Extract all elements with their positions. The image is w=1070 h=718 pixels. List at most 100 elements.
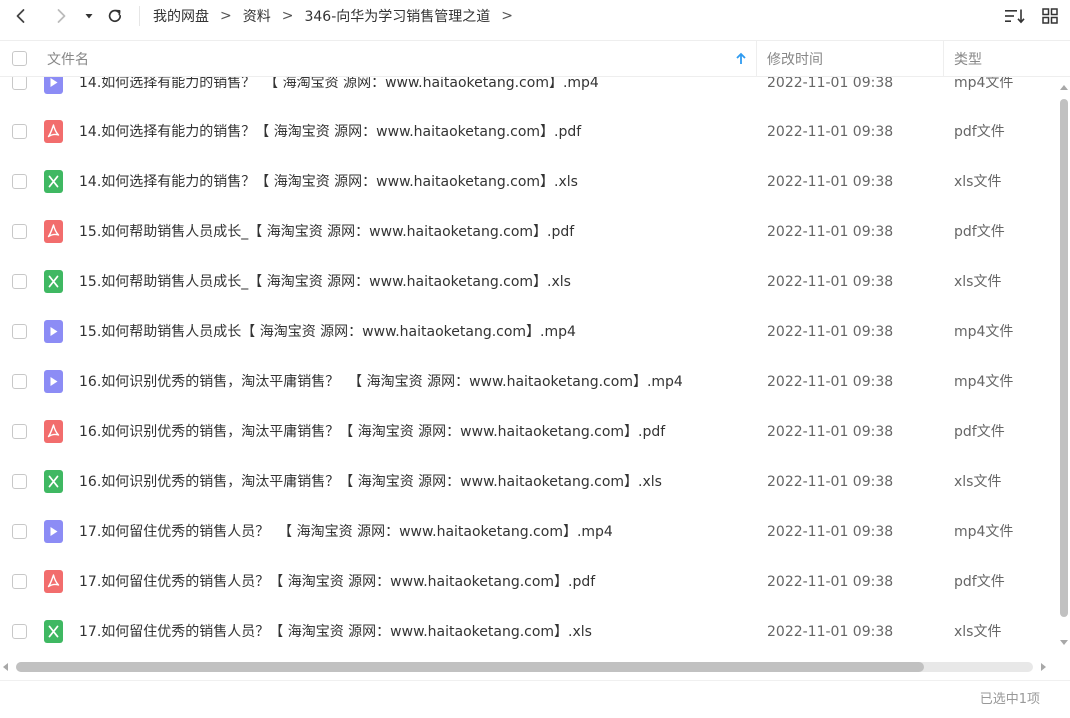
pdf-file-icon <box>44 570 63 593</box>
row-checkbox[interactable] <box>12 424 27 439</box>
caret-down-icon <box>85 14 93 19</box>
row-checkbox[interactable] <box>12 574 27 589</box>
column-header-name[interactable]: 文件名 <box>47 41 89 77</box>
file-name[interactable]: 15.如何帮助销售人员成长【 海淘宝资 源网：www.haitaoketang.… <box>79 307 576 357</box>
file-name[interactable]: 14.如何选择有能力的销售？【 海淘宝资 源网：www.haitaoketang… <box>79 107 581 157</box>
horizontal-scrollbar[interactable] <box>0 658 1058 676</box>
file-modified-time: 2022-11-01 09:38 <box>767 424 894 440</box>
table-row[interactable]: 17.如何留住优秀的销售人员？ 【 海淘宝资 源网：www.haitaoketa… <box>0 507 1058 557</box>
scroll-up-arrow-icon[interactable] <box>1060 85 1068 90</box>
select-all-checkbox[interactable] <box>12 51 27 66</box>
breadcrumb-item-my-drive[interactable]: 我的网盘 <box>153 6 209 26</box>
toolbar: 我的网盘 > 资料 > 346-向华为学习销售管理之道 > <box>0 0 1070 32</box>
file-modified-time: 2022-11-01 09:38 <box>767 624 894 640</box>
back-button[interactable] <box>10 4 32 28</box>
scroll-right-arrow-icon[interactable] <box>1041 663 1046 671</box>
file-name[interactable]: 14.如何选择有能力的销售？ 【 海淘宝资 源网：www.haitaoketan… <box>79 77 599 108</box>
history-dropdown-button[interactable] <box>82 4 96 28</box>
refresh-button[interactable] <box>104 4 126 28</box>
vertical-scrollbar-thumb[interactable] <box>1060 99 1068 617</box>
vertical-scrollbar[interactable] <box>1058 77 1070 658</box>
column-divider[interactable] <box>943 41 944 77</box>
column-header-modified[interactable]: 修改时间 <box>767 41 823 77</box>
chevron-right-icon <box>57 9 66 23</box>
refresh-icon <box>108 9 122 22</box>
pdf-file-icon <box>44 420 63 443</box>
file-modified-time: 2022-11-01 09:38 <box>767 324 894 340</box>
grid-view-button[interactable] <box>1039 4 1061 28</box>
sort-icon <box>1005 9 1025 24</box>
file-type: pdf文件 <box>954 124 1005 140</box>
horizontal-scrollbar-thumb[interactable] <box>16 662 924 672</box>
file-type: mp4文件 <box>954 374 1014 390</box>
file-name[interactable]: 16.如何识别优秀的销售，淘汰平庸销售？ 【 海淘宝资 源网：www.haita… <box>79 357 683 407</box>
table-row[interactable]: 15.如何帮助销售人员成长_【 海淘宝资 源网：www.haitaoketang… <box>0 257 1058 307</box>
file-modified-time: 2022-11-01 09:38 <box>767 77 894 91</box>
file-type: xls文件 <box>954 274 1002 290</box>
status-bar: 已选中1项 <box>0 680 1070 718</box>
pdf-file-icon <box>44 120 63 143</box>
forward-button[interactable] <box>50 4 72 28</box>
toolbar-divider <box>139 6 140 26</box>
excel-file-icon <box>44 270 63 293</box>
sort-ascending-arrow-icon[interactable] <box>735 41 747 77</box>
file-modified-time: 2022-11-01 09:38 <box>767 124 894 140</box>
file-name[interactable]: 16.如何识别优秀的销售，淘汰平庸销售？【 海淘宝资 源网：www.haitao… <box>79 407 665 457</box>
video-file-icon <box>44 77 63 94</box>
grid-view-icon <box>1042 8 1058 24</box>
selection-count: 已选中1项 <box>979 692 1040 707</box>
file-name[interactable]: 16.如何识别优秀的销售，淘汰平庸销售？【 海淘宝资 源网：www.haitao… <box>79 457 662 507</box>
row-checkbox[interactable] <box>12 124 27 139</box>
row-checkbox[interactable] <box>12 274 27 289</box>
row-checkbox[interactable] <box>12 224 27 239</box>
file-name[interactable]: 17.如何留住优秀的销售人员？【 海淘宝资 源网：www.haitaoketan… <box>79 607 592 657</box>
pdf-file-icon <box>44 220 63 243</box>
table-row[interactable]: 15.如何帮助销售人员成长_【 海淘宝资 源网：www.haitaoketang… <box>0 207 1058 257</box>
scroll-down-arrow-icon[interactable] <box>1060 640 1068 645</box>
scroll-left-arrow-icon[interactable] <box>3 663 8 671</box>
horizontal-scrollbar-track[interactable] <box>16 662 1033 672</box>
video-file-icon <box>44 320 63 343</box>
excel-file-icon <box>44 620 63 643</box>
row-checkbox[interactable] <box>12 374 27 389</box>
file-name[interactable]: 17.如何留住优秀的销售人员？【 海淘宝资 源网：www.haitaoketan… <box>79 557 595 607</box>
file-modified-time: 2022-11-01 09:38 <box>767 274 894 290</box>
file-type: pdf文件 <box>954 224 1005 240</box>
file-modified-time: 2022-11-01 09:38 <box>767 374 894 390</box>
table-row[interactable]: 17.如何留住优秀的销售人员？【 海淘宝资 源网：www.haitaoketan… <box>0 607 1058 657</box>
table-row[interactable]: 14.如何选择有能力的销售？【 海淘宝资 源网：www.haitaoketang… <box>0 157 1058 207</box>
sort-button[interactable] <box>1003 4 1027 28</box>
table-row[interactable]: 15.如何帮助销售人员成长【 海淘宝资 源网：www.haitaoketang.… <box>0 307 1058 357</box>
row-checkbox[interactable] <box>12 474 27 489</box>
breadcrumb-separator: > <box>281 8 294 24</box>
file-modified-time: 2022-11-01 09:38 <box>767 224 894 240</box>
video-file-icon <box>44 370 63 393</box>
table-row[interactable]: 16.如何识别优秀的销售，淘汰平庸销售？【 海淘宝资 源网：www.haitao… <box>0 457 1058 507</box>
file-modified-time: 2022-11-01 09:38 <box>767 174 894 190</box>
file-type: mp4文件 <box>954 324 1014 340</box>
file-type: pdf文件 <box>954 424 1005 440</box>
excel-file-icon <box>44 170 63 193</box>
file-modified-time: 2022-11-01 09:38 <box>767 524 894 540</box>
table-row[interactable]: 17.如何留住优秀的销售人员？【 海淘宝资 源网：www.haitaoketan… <box>0 557 1058 607</box>
file-name[interactable]: 15.如何帮助销售人员成长_【 海淘宝资 源网：www.haitaoketang… <box>79 207 574 257</box>
table-row[interactable]: 16.如何识别优秀的销售，淘汰平庸销售？ 【 海淘宝资 源网：www.haita… <box>0 357 1058 407</box>
row-checkbox[interactable] <box>12 624 27 639</box>
breadcrumb-item-materials[interactable]: 资料 <box>243 6 271 26</box>
row-checkbox[interactable] <box>12 174 27 189</box>
file-type: xls文件 <box>954 474 1002 490</box>
file-name[interactable]: 15.如何帮助销售人员成长_【 海淘宝资 源网：www.haitaoketang… <box>79 257 571 307</box>
file-modified-time: 2022-11-01 09:38 <box>767 574 894 590</box>
table-row[interactable]: 14.如何选择有能力的销售？【 海淘宝资 源网：www.haitaoketang… <box>0 107 1058 157</box>
file-name[interactable]: 17.如何留住优秀的销售人员？ 【 海淘宝资 源网：www.haitaoketa… <box>79 507 613 557</box>
breadcrumb-item-current-folder[interactable]: 346-向华为学习销售管理之道 <box>304 6 490 26</box>
table-header: 文件名 修改时间 类型 <box>0 40 1070 77</box>
row-checkbox[interactable] <box>12 77 27 90</box>
file-name[interactable]: 14.如何选择有能力的销售？【 海淘宝资 源网：www.haitaoketang… <box>79 157 578 207</box>
column-divider[interactable] <box>756 41 757 77</box>
row-checkbox[interactable] <box>12 524 27 539</box>
table-row[interactable]: 14.如何选择有能力的销售？ 【 海淘宝资 源网：www.haitaoketan… <box>0 77 1058 108</box>
column-header-type[interactable]: 类型 <box>954 41 982 77</box>
row-checkbox[interactable] <box>12 324 27 339</box>
table-row[interactable]: 16.如何识别优秀的销售，淘汰平庸销售？【 海淘宝资 源网：www.haitao… <box>0 407 1058 457</box>
